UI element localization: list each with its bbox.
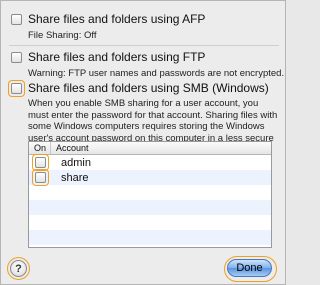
afp-status: File Sharing: Off [28,30,97,41]
table-header: On Account [29,142,271,155]
table-row-empty [29,185,271,200]
smb-accounts-table[interactable]: On Account admin share [28,141,272,248]
afp-label[interactable]: Share files and folders using AFP [28,12,205,26]
share-enable-checkbox[interactable] [31,169,49,186]
done-button[interactable]: Done [224,256,277,282]
account-name: share [61,171,89,184]
admin-enable-checkbox[interactable] [31,154,49,171]
smb-option[interactable]: Share files and folders using SMB (Windo… [8,79,269,97]
smb-label[interactable]: Share files and folders using SMB (Windo… [28,81,269,95]
ftp-checkbox[interactable] [11,51,22,63]
column-header-account[interactable]: Account [51,143,89,153]
account-name: admin [61,156,91,169]
file-sharing-options-sheet: Share files and folders using AFP File S… [0,0,286,285]
table-row[interactable]: share [29,169,271,186]
afp-checkbox[interactable] [11,13,22,25]
ftp-label[interactable]: Share files and folders using FTP [28,50,205,64]
table-row-empty [29,200,271,215]
ftp-warning: Warning: FTP user names and passwords ar… [28,68,285,79]
table-row-empty [29,230,271,245]
table-row-empty [29,215,271,230]
ftp-option[interactable]: Share files and folders using FTP [11,50,205,64]
smb-checkbox[interactable] [8,79,25,97]
separator [9,45,279,46]
table-row[interactable]: admin [29,154,271,171]
help-button[interactable]: ? [7,257,30,280]
afp-option[interactable]: Share files and folders using AFP [11,12,205,26]
column-header-on[interactable]: On [29,142,51,154]
